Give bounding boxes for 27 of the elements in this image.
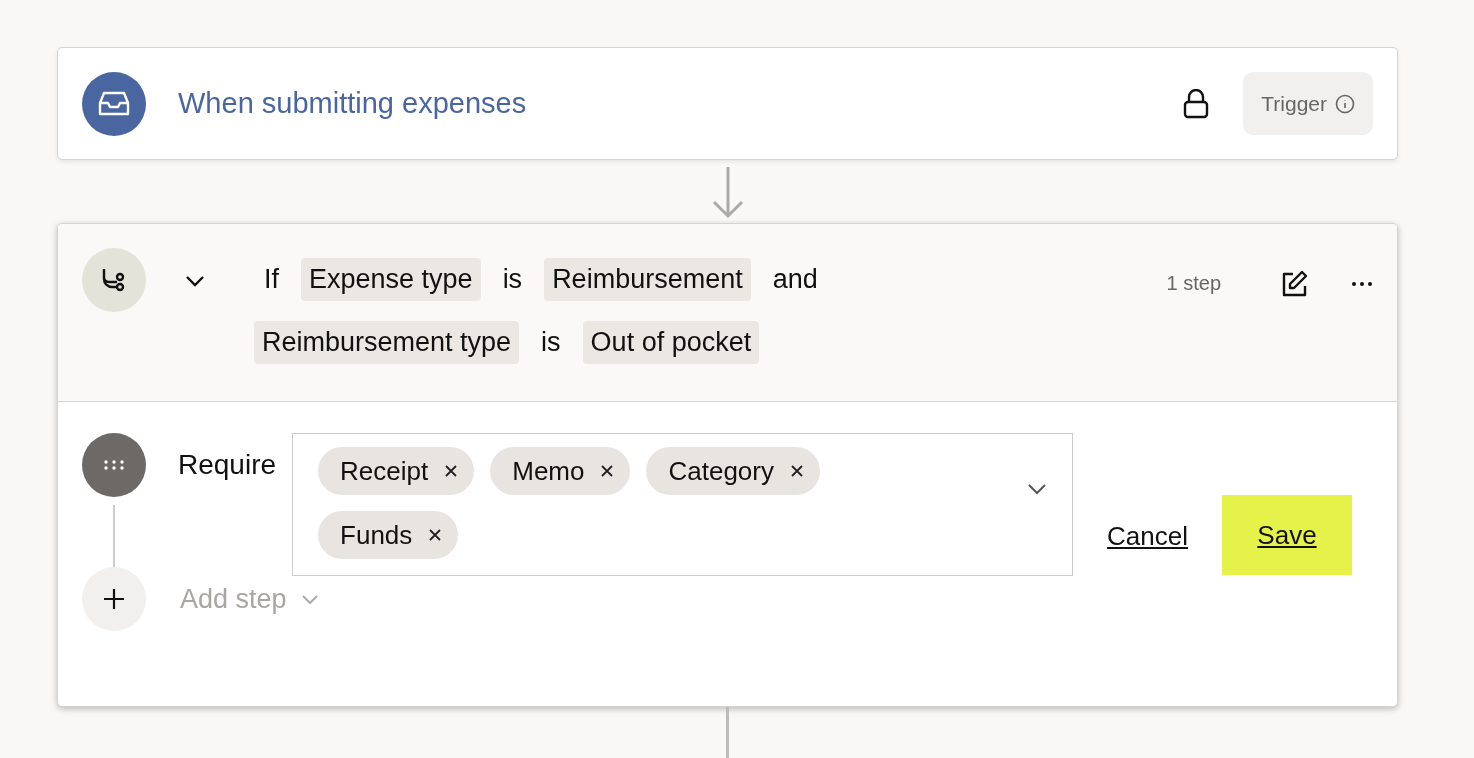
trigger-title: When submitting expenses bbox=[178, 87, 527, 120]
dropdown-chevron-icon[interactable] bbox=[1027, 483, 1048, 495]
remove-icon[interactable] bbox=[428, 528, 443, 542]
down-arrow bbox=[710, 164, 745, 219]
chip-label: Memo bbox=[512, 455, 585, 487]
info-icon bbox=[1335, 93, 1355, 114]
condition-word: is bbox=[501, 264, 524, 295]
cancel-link[interactable]: Cancel bbox=[1107, 521, 1188, 552]
caret-icon bbox=[300, 593, 319, 605]
remove-icon[interactable] bbox=[444, 464, 459, 478]
chip-label: Funds bbox=[340, 519, 413, 551]
condition-token[interactable]: Expense type bbox=[301, 258, 481, 301]
condition-word: If bbox=[263, 264, 280, 295]
condition-word: is bbox=[540, 327, 562, 358]
step-count: 1 step bbox=[1166, 272, 1221, 295]
remove-icon[interactable] bbox=[600, 464, 615, 478]
trigger-badge[interactable]: Trigger bbox=[1243, 72, 1373, 135]
condition-token[interactable]: Out of pocket bbox=[582, 321, 760, 364]
step-label: Require bbox=[178, 449, 277, 481]
condition-word: and bbox=[771, 264, 819, 295]
chip-label: Receipt bbox=[340, 455, 429, 487]
multi-select-field[interactable]: Receipt Memo Category Funds bbox=[292, 433, 1074, 576]
chip-label: Category bbox=[668, 455, 774, 487]
remove-icon[interactable] bbox=[789, 464, 804, 478]
condition-token[interactable]: Reimbursement type bbox=[254, 321, 520, 364]
save-button[interactable]: Save bbox=[1222, 495, 1352, 575]
condition-token[interactable]: Reimbursement bbox=[544, 258, 751, 301]
